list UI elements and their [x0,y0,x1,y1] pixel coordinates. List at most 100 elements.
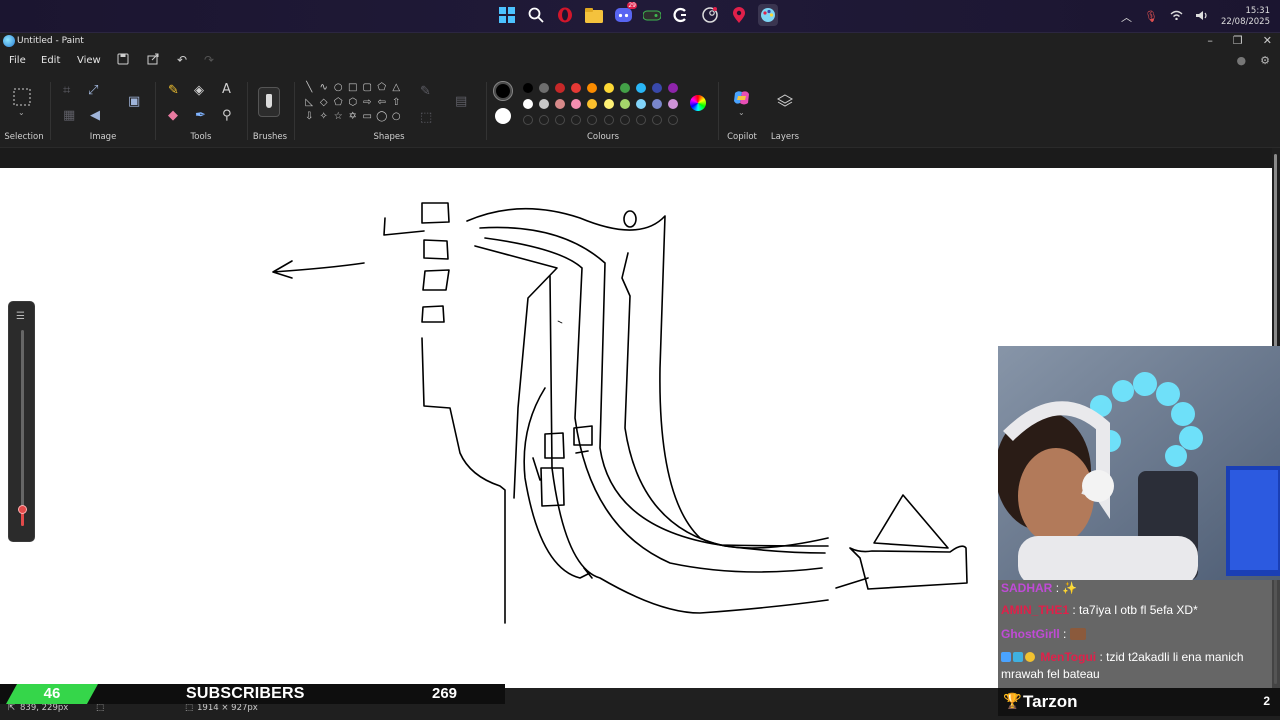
rectangle-shape-icon[interactable]: □ [346,81,361,96]
brush-icon[interactable] [258,87,280,117]
zoom-menu-icon[interactable]: ☰ [16,311,25,322]
colour-swatch[interactable] [523,99,533,109]
minimize-button[interactable]: – [1207,34,1213,47]
fill-bucket-icon[interactable]: ◈ [194,83,204,98]
copilot-icon[interactable] [733,90,751,110]
pencil-icon[interactable]: ✎ [168,83,179,98]
resize-icon[interactable]: ⤢ [88,83,98,98]
callout-cloud-shape-icon[interactable]: ○ [389,110,404,125]
star4-shape-icon[interactable]: ✧ [317,110,332,125]
xbox-icon[interactable] [642,4,662,26]
pentagon-shape-icon[interactable]: ⬠ [331,96,346,111]
colour-swatch[interactable] [651,83,662,93]
diamond-shape-icon[interactable]: ◇ [317,96,332,111]
custom-colour-slot[interactable] [619,115,630,125]
image-grid-icon[interactable]: ▦ [63,108,75,123]
hexagon-shape-icon[interactable]: ⬡ [346,96,361,111]
redo-icon[interactable]: ↷ [204,53,214,67]
opera-icon[interactable] [555,4,575,26]
top-supporter-count: 2 [1263,694,1270,708]
selection-chevron-down-icon[interactable]: ⌄ [18,108,25,117]
callout-rect-shape-icon[interactable]: ▭ [360,110,375,125]
magnifier-icon[interactable]: ⚲ [222,108,232,123]
rotate-icon[interactable]: ◀ [90,108,100,123]
wifi-icon[interactable] [1170,10,1183,23]
steam-icon[interactable] [700,4,720,26]
save-icon[interactable] [117,53,129,68]
copilot-chevron-down-icon[interactable]: ⌄ [738,108,745,117]
colour-swatch[interactable] [619,83,630,93]
arrow-up-shape-icon[interactable]: ⇧ [389,96,404,111]
colour-swatch[interactable] [667,83,678,93]
polygon-shape-icon[interactable]: ⬠ [375,81,390,96]
brushes-group: Brushes [250,72,290,148]
callout-oval-shape-icon[interactable]: ◯ [375,110,390,125]
road-stroke-5 [621,252,826,554]
colour-swatch[interactable] [635,83,646,93]
file-explorer-icon[interactable] [584,4,604,26]
square-stroke-4 [421,305,445,323]
custom-colour-slot[interactable] [523,115,533,125]
text-tool-icon[interactable]: A [222,82,231,97]
colour-swatch[interactable] [635,99,646,109]
curve-shape-icon[interactable]: ∿ [317,81,332,96]
colour-swatch[interactable] [523,83,533,93]
chevron-up-icon[interactable]: ︿ [1121,9,1132,25]
colour-swatch[interactable] [667,99,678,109]
window-title: Untitled - Paint [17,36,84,46]
search-icon[interactable] [526,4,546,26]
volume-icon[interactable] [1195,10,1209,24]
line-shape-icon[interactable]: ╲ [302,81,317,96]
eraser-icon[interactable]: ◆ [168,108,178,123]
logitech-icon[interactable] [671,4,691,26]
secondary-colour-swatch[interactable] [495,108,511,124]
selection-size-icon: ⬚ [96,703,105,713]
arrow-down-shape-icon[interactable]: ⇩ [302,110,317,125]
zoom-slider-track[interactable] [21,330,24,526]
boat-rope-stroke [835,577,869,589]
custom-colour-slot[interactable] [651,115,662,125]
menu-edit[interactable]: Edit [41,55,60,66]
edit-colours-icon[interactable] [690,95,706,111]
account-icon[interactable]: ● [1237,54,1247,67]
rounded-rect-shape-icon[interactable]: ▢ [360,81,375,96]
zoom-slider-thumb[interactable] [18,505,27,515]
gear-icon[interactable]: ⚙ [1260,54,1270,67]
outline-icon[interactable]: ✎ [420,84,431,99]
color-picker-icon[interactable]: ✒ [195,108,206,123]
custom-colour-slot[interactable] [603,115,614,125]
microphone-icon[interactable]: 🎙 [1144,10,1158,23]
arrow-right-shape-icon[interactable]: ⇨ [360,96,375,111]
menu-view[interactable]: View [77,55,101,66]
oval-shape-icon[interactable]: ○ [331,81,346,96]
selection-rectangle-icon[interactable] [13,88,31,110]
custom-colour-slot[interactable] [635,115,646,125]
colour-swatch[interactable] [603,99,614,109]
paint-icon[interactable] [758,4,778,26]
image-select-icon[interactable]: ▣ [128,94,140,109]
share-icon[interactable] [147,53,159,68]
arrow-left-shape-icon[interactable]: ⇦ [375,96,390,111]
custom-colour-slot[interactable] [667,115,678,125]
maps-pin-icon[interactable] [729,4,749,26]
discord-icon[interactable]: 29 [613,2,637,26]
star6-shape-icon[interactable]: ✡ [346,110,361,125]
menu-file[interactable]: File [9,55,26,66]
shape-size-icon[interactable]: ▤ [455,94,467,109]
colour-swatch[interactable] [603,83,614,93]
star5-shape-icon[interactable]: ☆ [331,110,346,125]
clock[interactable]: 15:31 22/08/2025 [1221,6,1270,28]
close-button[interactable]: ✕ [1263,34,1272,47]
colour-swatch[interactable] [651,99,662,109]
layers-icon[interactable] [776,94,794,112]
colour-swatch[interactable] [619,99,630,109]
right-triangle-shape-icon[interactable]: ◺ [302,96,317,111]
windows-start-icon[interactable] [497,4,517,26]
maximize-button[interactable]: ❐ [1233,34,1243,47]
crop-icon[interactable]: ⌗ [63,83,70,98]
triangle-shape-icon[interactable]: △ [389,81,404,96]
undo-icon[interactable]: ↶ [177,53,187,67]
hook-stroke [383,217,425,236]
shape-fill-icon[interactable]: ⬚ [420,110,432,125]
primary-colour-swatch[interactable] [493,81,513,101]
